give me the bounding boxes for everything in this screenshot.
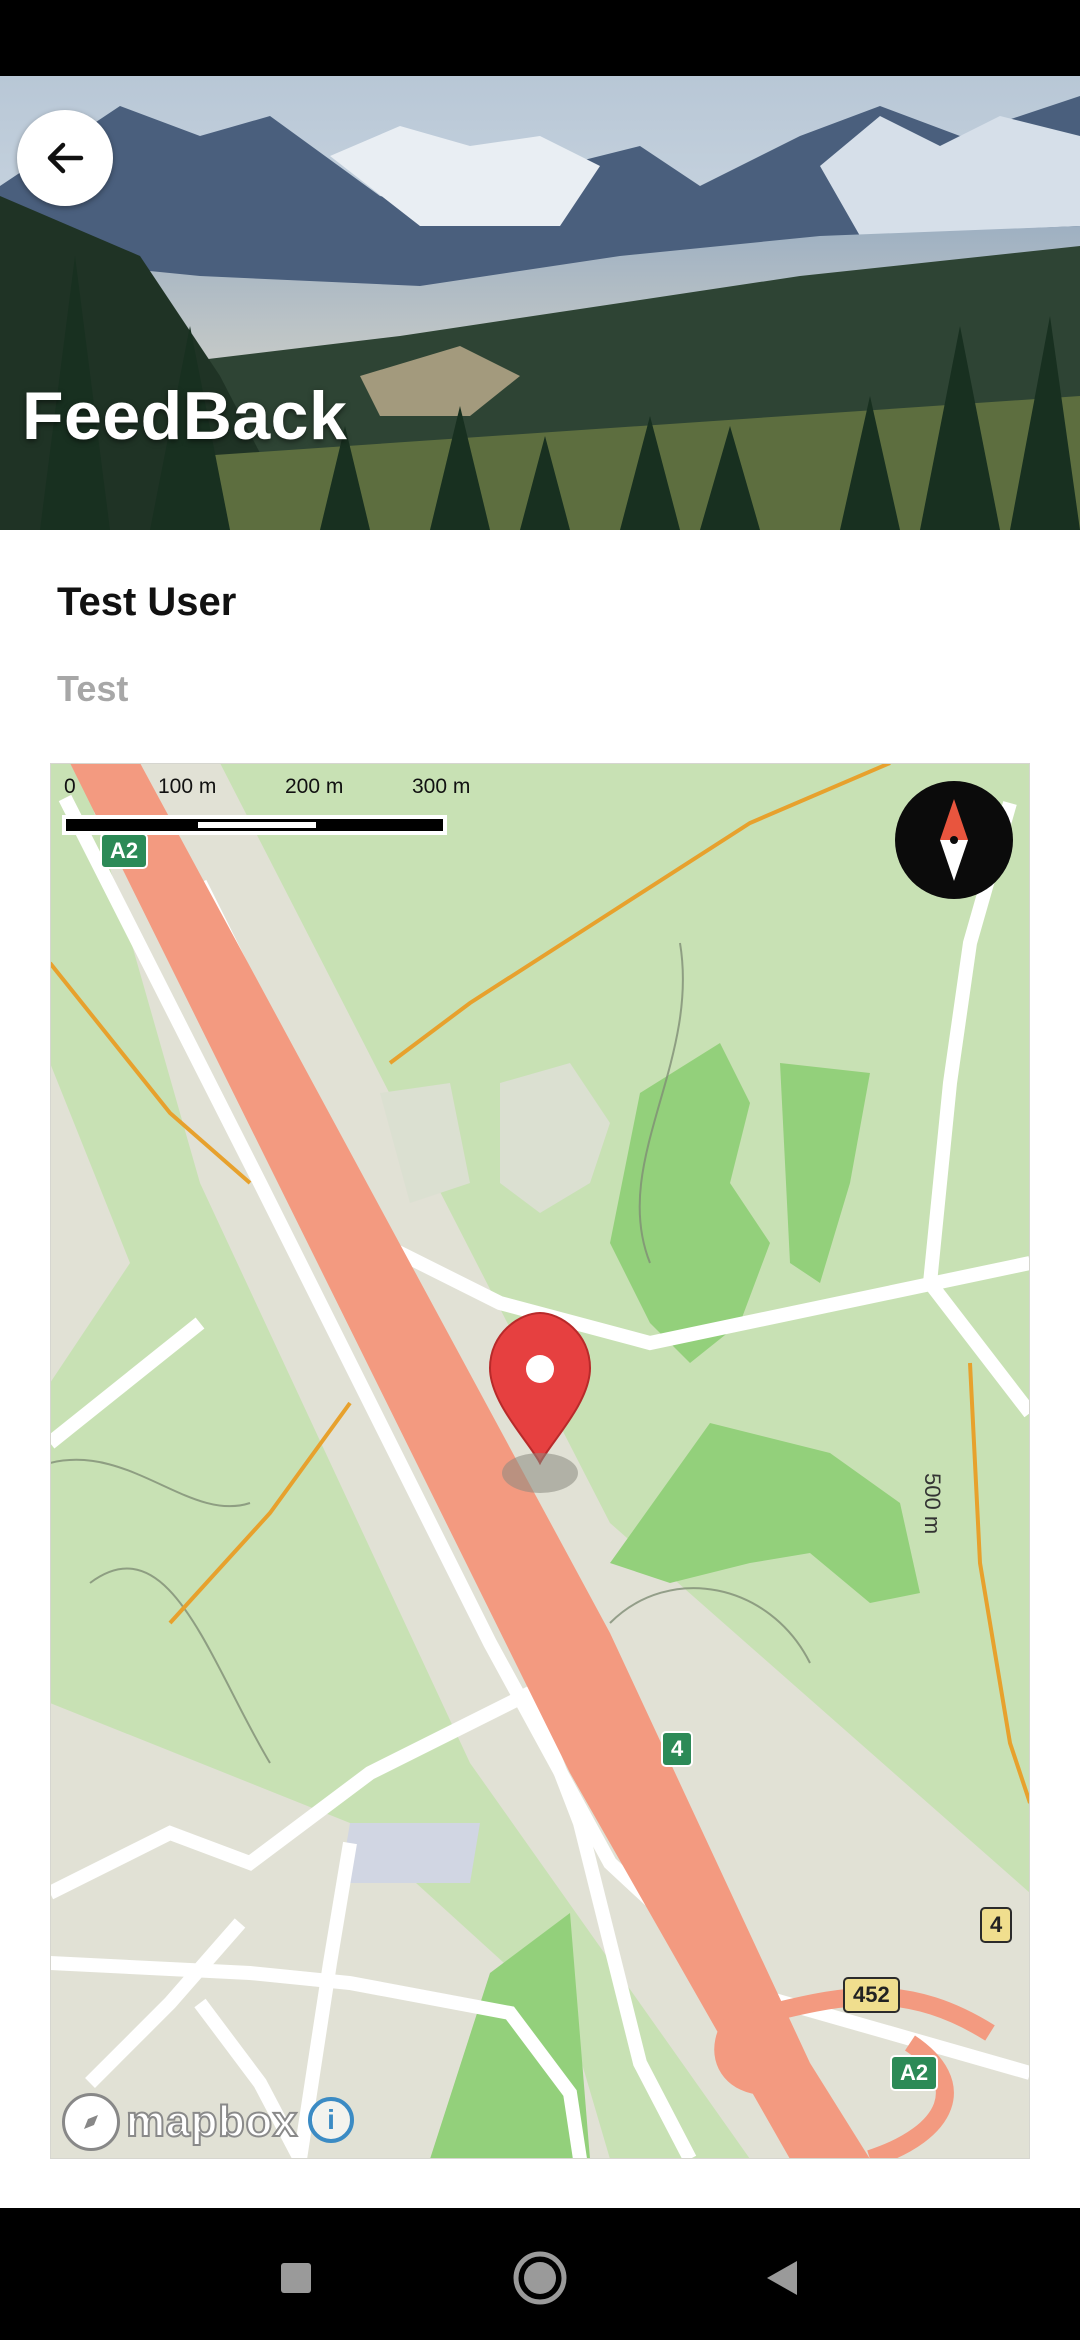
arrow-left-icon (47, 142, 84, 174)
triangle-back-icon (767, 2261, 797, 2295)
mapbox-logo: mapbox (62, 2093, 298, 2151)
compass-icon (940, 799, 968, 881)
system-navigation-bar (0, 2208, 1080, 2340)
road-shield-a2: A2 (890, 2055, 939, 2091)
mountain-landscape-image (0, 76, 1080, 530)
scale-label: 300 m (412, 775, 471, 798)
feedback-user-name: Test User (57, 580, 237, 624)
status-bar (0, 0, 1080, 76)
distance-label: 500 m (920, 1473, 945, 1535)
home-button[interactable] (500, 2238, 580, 2318)
circle-icon (513, 2251, 567, 2305)
page-title: FeedBack (22, 378, 348, 454)
scale-label: 100 m (158, 775, 217, 798)
road-shield-a2: A2 (100, 833, 149, 869)
compass-button[interactable] (895, 781, 1013, 899)
scale-label: 200 m (285, 775, 344, 798)
road-shield-452: 452 (843, 1977, 900, 2013)
map-canvas[interactable] (50, 763, 1030, 2159)
scale-label: 0 (64, 775, 76, 798)
square-icon (281, 2263, 311, 2293)
attribution-info-button[interactable]: i (308, 2097, 354, 2143)
map-view[interactable]: 0 100 m 200 m 300 m A2 4 452 4 A2 500 m … (50, 763, 1030, 2159)
recents-button[interactable] (256, 2238, 336, 2318)
back-nav-button[interactable] (741, 2238, 821, 2318)
mapbox-wordmark: mapbox (125, 2096, 298, 2147)
road-shield-4: 4 (980, 1907, 1013, 1943)
road-shield-4: 4 (661, 1731, 694, 1767)
header-banner (0, 76, 1080, 530)
mapbox-mark-icon (62, 2093, 120, 2151)
back-button[interactable] (17, 110, 113, 206)
feedback-message: Test (57, 668, 129, 709)
